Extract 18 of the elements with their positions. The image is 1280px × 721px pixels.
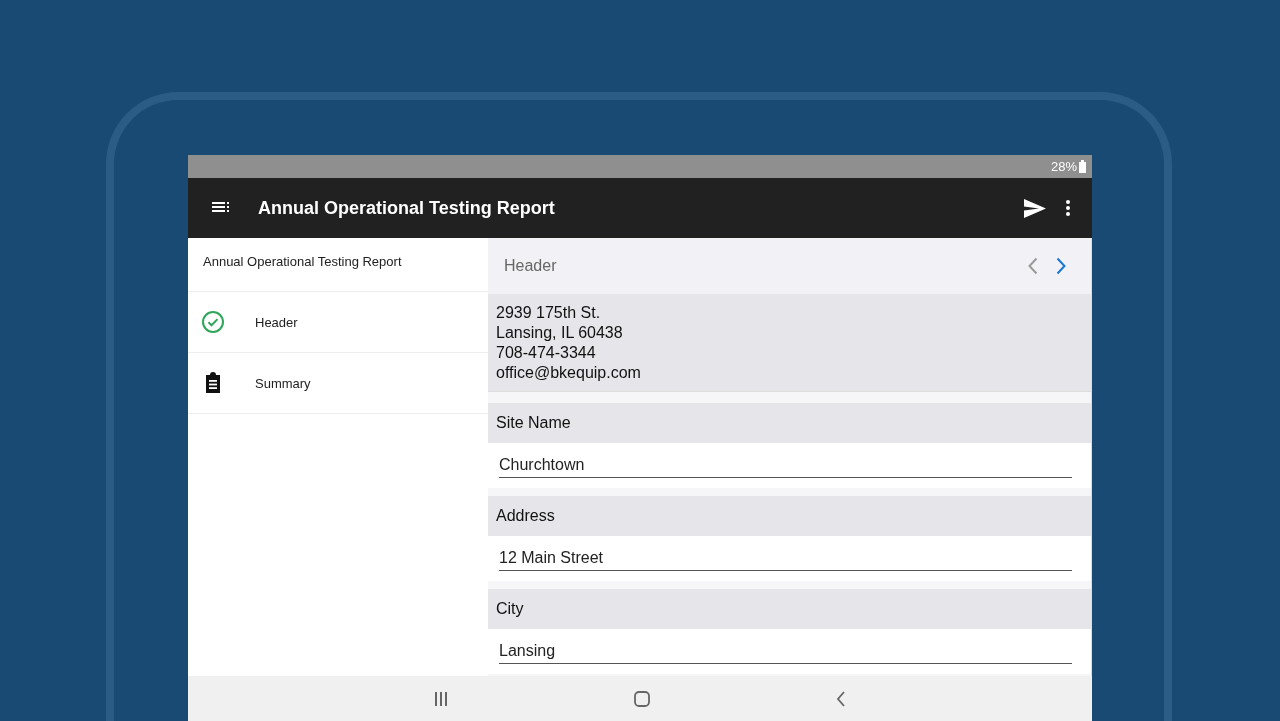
input-field[interactable]: 12 Main Street — [488, 536, 1091, 581]
field-label: Address — [488, 496, 1091, 536]
company-info-line: Lansing, IL 60438 — [496, 323, 624, 343]
field-label: City — [488, 589, 1091, 629]
company-info-line: office@bkequip.com — [496, 363, 642, 383]
sidebar-item[interactable]: Summary — [188, 353, 488, 414]
input-field[interactable]: Churchtown — [488, 443, 1091, 488]
battery-icon — [1079, 160, 1086, 173]
section-title: Header — [504, 257, 558, 275]
company-info-line: 2939 175th St. — [496, 303, 602, 323]
menu-icon[interactable] — [212, 201, 230, 215]
app-bar-title: Annual Operational Testing Report — [258, 197, 556, 219]
input-field[interactable]: Lansing — [488, 629, 1091, 674]
company-info-line: 708-474-3344 — [496, 343, 597, 363]
check-circle-icon — [201, 310, 225, 334]
battery-percentage: 28% — [1050, 159, 1077, 174]
chevron-right-icon[interactable] — [1056, 257, 1066, 275]
field-label: Site Name — [488, 403, 1091, 443]
